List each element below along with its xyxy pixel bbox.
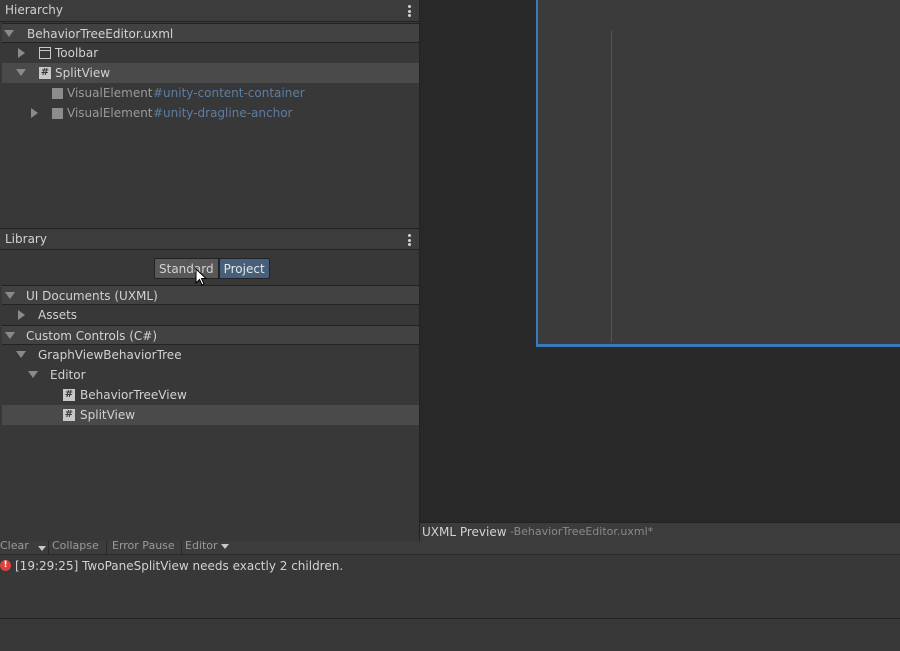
library-menu-icon[interactable] — [408, 234, 412, 246]
toolbar-separator — [106, 541, 107, 555]
library-item-editor[interactable]: Editor — [2, 365, 419, 385]
library-item-splitview[interactable]: # SplitView — [2, 405, 419, 425]
hash-icon: # — [63, 409, 75, 421]
hierarchy-menu-icon[interactable] — [408, 5, 412, 17]
tab-project[interactable]: Project — [218, 258, 270, 279]
collapse-arrow-icon[interactable] — [18, 48, 25, 58]
library-item-label: Editor — [50, 368, 86, 382]
tree-item-splitview[interactable]: # SplitView — [2, 63, 419, 83]
editor-dropdown[interactable]: Editor — [185, 539, 229, 552]
preview-header: UXML Preview -BehaviorTreeEditor.uxml* — [420, 522, 900, 541]
preview-area: UXML Preview -BehaviorTreeEditor.uxml* — [420, 0, 900, 541]
library-item-behaviortreeview[interactable]: # BehaviorTreeView — [2, 385, 419, 405]
tree-item-selector: #unity-dragline-anchor — [153, 106, 293, 120]
clear-options-icon[interactable] — [35, 541, 46, 554]
collapse-arrow-icon[interactable] — [18, 310, 25, 320]
console-panel: Clear Collapse Error Pause Editor ! [19:… — [0, 539, 900, 651]
library-item-label: GraphViewBehaviorTree — [38, 348, 182, 362]
clear-button[interactable]: Clear — [0, 539, 29, 552]
left-column: Hierarchy BehaviorTreeEditor.uxml Toolba… — [0, 0, 420, 541]
library-item-label: SplitView — [80, 408, 136, 422]
chevron-down-icon — [220, 543, 229, 549]
expand-arrow-icon[interactable] — [4, 30, 14, 37]
console-toolbar: Clear Collapse Error Pause Editor — [0, 539, 900, 555]
error-icon: ! — [0, 560, 11, 571]
tree-item-label: Toolbar — [55, 46, 99, 60]
expand-arrow-icon[interactable] — [16, 351, 26, 358]
tree-item-label: VisualElement — [67, 106, 153, 120]
toolbar-separator — [48, 541, 49, 555]
tree-item-label: SplitView — [55, 66, 111, 80]
element-icon — [52, 108, 63, 119]
preview-canvas[interactable] — [536, 0, 900, 347]
library-item-label: BehaviorTreeView — [80, 388, 187, 402]
hash-icon: # — [63, 389, 75, 401]
preview-subtitle: -BehaviorTreeEditor.uxml* — [510, 525, 654, 538]
window-icon — [39, 47, 51, 59]
hash-icon: # — [39, 67, 51, 79]
hierarchy-title: Hierarchy — [5, 3, 64, 17]
log-message: [19:29:25] TwoPaneSplitView needs exactl… — [15, 559, 344, 573]
toolbar-separator — [181, 541, 182, 555]
tree-item-dragline-anchor[interactable]: VisualElement #unity-dragline-anchor — [2, 103, 419, 123]
expand-arrow-icon[interactable] — [5, 332, 15, 339]
category-label: Custom Controls (C#) — [26, 329, 158, 343]
element-icon — [52, 88, 63, 99]
tree-item-label: VisualElement — [67, 86, 153, 100]
category-label: UI Documents (UXML) — [26, 289, 158, 303]
preview-title: UXML Preview — [422, 525, 507, 539]
tree-item-label: BehaviorTreeEditor.uxml — [27, 27, 174, 41]
log-entry[interactable]: ! [19:29:25] TwoPaneSplitView needs exac… — [0, 557, 900, 575]
expand-arrow-icon[interactable] — [16, 69, 26, 76]
console-divider[interactable] — [0, 618, 900, 619]
library-header: Library — [0, 228, 419, 250]
library-item-graphview[interactable]: GraphViewBehaviorTree — [2, 345, 419, 365]
tab-standard[interactable]: Standard — [154, 258, 219, 279]
library-category-uxml[interactable]: UI Documents (UXML) — [2, 285, 419, 305]
error-pause-button[interactable]: Error Pause — [112, 539, 175, 552]
tree-item-root[interactable]: BehaviorTreeEditor.uxml — [2, 23, 419, 43]
editor-dropdown-label: Editor — [185, 539, 218, 552]
library-item-label: Assets — [38, 308, 78, 322]
split-divider[interactable] — [611, 31, 612, 342]
library-category-custom[interactable]: Custom Controls (C#) — [2, 325, 419, 345]
tree-item-toolbar[interactable]: Toolbar — [2, 43, 419, 63]
collapse-arrow-icon[interactable] — [31, 108, 38, 118]
tree-item-content-container[interactable]: VisualElement #unity-content-container — [2, 83, 419, 103]
hierarchy-header: Hierarchy — [0, 0, 419, 22]
expand-arrow-icon[interactable] — [5, 292, 15, 299]
library-tab-group: Standard Project — [154, 258, 270, 279]
tree-item-selector: #unity-content-container — [153, 86, 305, 100]
collapse-button[interactable]: Collapse — [52, 539, 99, 552]
expand-arrow-icon[interactable] — [28, 371, 38, 378]
library-item-assets[interactable]: Assets — [2, 305, 419, 325]
library-title: Library — [5, 232, 47, 246]
